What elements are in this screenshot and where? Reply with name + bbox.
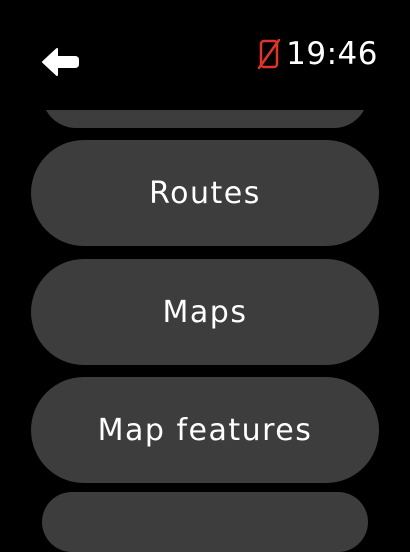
phone-disconnected-icon bbox=[256, 38, 282, 70]
back-button[interactable] bbox=[40, 46, 80, 82]
menu-item-label: Maps bbox=[162, 294, 248, 330]
menu-item-maps[interactable]: Maps bbox=[31, 259, 379, 365]
menu-item-label: Map features bbox=[97, 412, 313, 448]
back-arrow-icon bbox=[41, 47, 79, 81]
menu-item-map-features[interactable]: Map features bbox=[31, 377, 379, 483]
menu-item-routes[interactable]: Routes bbox=[31, 140, 379, 246]
menu-item-partial-bottom[interactable] bbox=[42, 492, 368, 552]
status-bar: 19:46 bbox=[0, 0, 410, 100]
status-right: 19:46 bbox=[256, 34, 378, 74]
clock-time: 19:46 bbox=[286, 36, 378, 72]
menu-item-label: Routes bbox=[149, 175, 261, 211]
